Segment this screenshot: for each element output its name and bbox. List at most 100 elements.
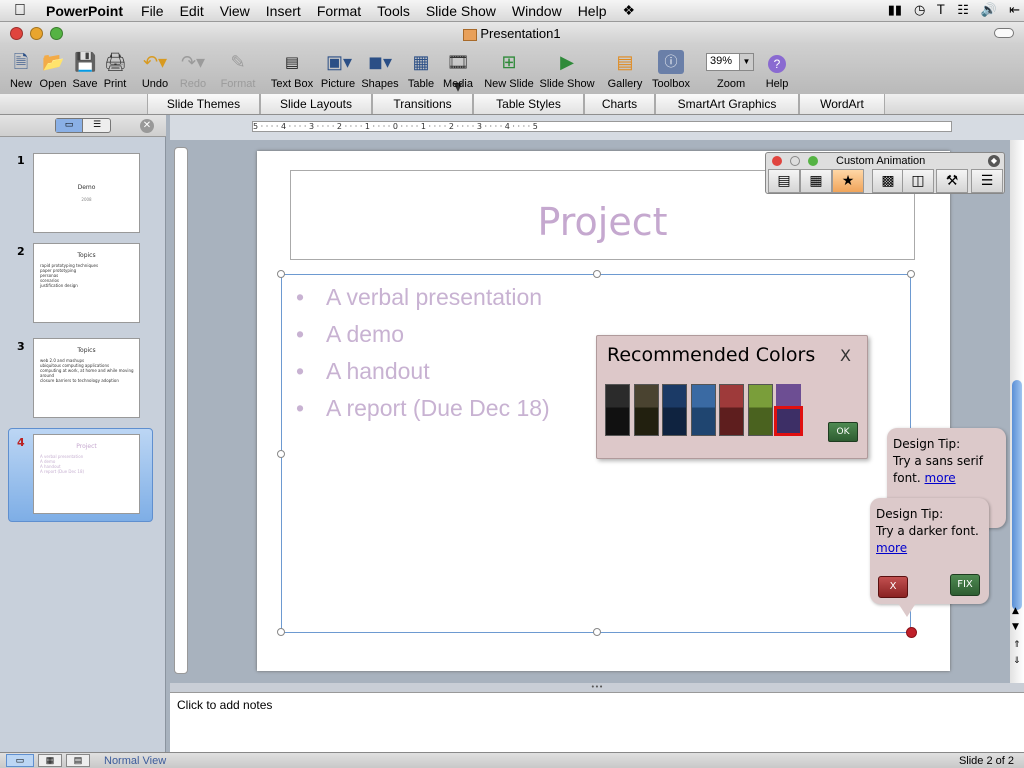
print-button[interactable]: 🖨 Print <box>104 50 127 90</box>
slides-view-icon[interactable]: ▭ <box>56 119 83 132</box>
color-swatch[interactable] <box>605 384 630 436</box>
slide-bullet[interactable]: • A report (Due Dec 18) <box>296 395 550 422</box>
format-button[interactable]: ✎ Format <box>221 50 256 90</box>
menu-edit[interactable]: Edit <box>172 3 212 19</box>
notes-pane[interactable]: Click to add notes <box>170 692 1024 752</box>
tab-slide-layouts[interactable]: Slide Layouts <box>260 94 372 114</box>
resize-handle[interactable] <box>277 628 285 636</box>
menu-window[interactable]: Window <box>504 3 570 19</box>
reference-tools-tab[interactable]: ◫ <box>902 169 934 193</box>
slide-thumbnail-3[interactable]: Topics web 2.0 and mashups ubiquitous co… <box>33 338 140 418</box>
toolbox-button[interactable]: ⓘ Toolbox <box>652 50 690 90</box>
normal-view-icon[interactable]: ▭ <box>6 754 34 767</box>
slide-bullet[interactable]: • A handout <box>296 358 430 385</box>
scroll-up-icon[interactable]: ▲ <box>1012 606 1019 616</box>
slide-show-button[interactable]: ▶ Slide Show <box>539 50 594 90</box>
tab-smartart-graphics[interactable]: SmartArt Graphics <box>655 94 799 114</box>
vertical-scrollbar[interactable]: ▲ ▼ ⇑ ⇓ <box>1010 140 1024 683</box>
formatting-palette-tab[interactable]: ▤ <box>768 169 800 193</box>
ok-button[interactable]: OK <box>828 422 858 442</box>
open-button[interactable]: 📂 Open <box>40 50 67 90</box>
zoom-field[interactable]: 39% ▼ <box>706 53 754 71</box>
custom-animation-tab[interactable]: ★ <box>832 169 864 193</box>
palette-minimize-icon[interactable] <box>790 156 800 166</box>
slide-bullet[interactable]: • A verbal presentation <box>296 284 542 311</box>
resize-handle[interactable] <box>277 270 285 278</box>
media-button[interactable]: 🎞▾ Media <box>443 50 473 96</box>
menu-help[interactable]: Help <box>570 3 615 19</box>
project-palette-tab[interactable]: ☰ <box>971 169 1003 193</box>
gallery-button[interactable]: ▤ Gallery <box>608 50 643 90</box>
input-menu-icon[interactable]: ⇤ <box>1009 2 1020 18</box>
slide-sorter-icon[interactable]: ▦ <box>38 754 62 767</box>
color-swatch[interactable] <box>690 384 716 436</box>
tip-more-link[interactable]: more <box>925 471 956 485</box>
tab-transitions[interactable]: Transitions <box>372 94 473 114</box>
slide-show-view-icon[interactable]: ▤ <box>66 754 90 767</box>
slide-bullet[interactable]: • A demo <box>296 321 404 348</box>
shapes-button[interactable]: ◼▾ Shapes <box>361 50 398 90</box>
menu-file[interactable]: File <box>133 3 172 19</box>
resize-handle[interactable] <box>593 270 601 278</box>
slide-thumbnail-2[interactable]: Topics rapid prototyping techniques pape… <box>33 243 140 323</box>
menu-app[interactable]: PowerPoint <box>40 3 133 19</box>
menu-view[interactable]: View <box>212 3 258 19</box>
scroll-down-icon[interactable]: ▼ <box>1012 622 1019 632</box>
battery-icon[interactable]: ▮▮ <box>888 2 902 18</box>
color-swatch[interactable] <box>747 384 773 436</box>
tip-more-link[interactable]: more <box>876 541 907 555</box>
time-machine-icon[interactable]: ◷ <box>914 2 925 18</box>
text-box-button[interactable]: ▤ Text Box <box>271 50 313 90</box>
slide-thumbnail-4[interactable]: Project A verbal presentation A demo A h… <box>33 434 140 514</box>
palette-options-icon[interactable]: ◆ <box>988 155 1000 167</box>
zoom-dropdown-icon[interactable]: ▼ <box>739 54 753 70</box>
resize-handle[interactable] <box>593 628 601 636</box>
color-swatch[interactable] <box>633 384 659 436</box>
color-swatch[interactable] <box>719 384 744 436</box>
menu-format[interactable]: Format <box>309 3 369 19</box>
new-button[interactable]: 🗎 New <box>10 50 32 90</box>
scrollbar-thumb[interactable] <box>1012 380 1022 610</box>
tab-table-styles[interactable]: Table Styles <box>473 94 584 114</box>
picture-button[interactable]: ▣▾ Picture <box>321 50 355 90</box>
object-palette-tab[interactable]: ▦ <box>800 169 832 193</box>
bluetooth-icon[interactable]: Ꭲ <box>937 2 945 18</box>
dialog-close-button[interactable]: X <box>840 346 851 365</box>
tab-charts[interactable]: Charts <box>584 94 655 114</box>
tab-slide-themes[interactable]: Slide Themes <box>147 94 260 114</box>
scrapbook-tab[interactable]: ▩ <box>872 169 904 193</box>
help-button[interactable]: ? Help <box>766 50 788 90</box>
new-slide-button[interactable]: ⊞ New Slide <box>484 50 534 90</box>
palette-close-icon[interactable] <box>772 156 782 166</box>
volume-icon[interactable]: 🔊 <box>981 2 997 18</box>
close-pane-icon[interactable]: ✕ <box>140 119 154 133</box>
menu-insert[interactable]: Insert <box>258 3 309 19</box>
outline-view-icon[interactable]: ☰ <box>84 119 110 132</box>
menu-tools[interactable]: Tools <box>369 3 418 19</box>
notes-splitter[interactable]: ••• <box>170 683 1024 692</box>
resize-handle-active[interactable] <box>906 627 917 638</box>
palette-zoom-icon[interactable] <box>808 156 818 166</box>
table-button[interactable]: ▦ Table <box>408 50 434 90</box>
script-menu-icon[interactable]: ❖ <box>614 2 643 19</box>
previous-slide-icon[interactable]: ⇑ <box>1013 640 1021 650</box>
wifi-icon[interactable]: ☷ <box>957 2 969 18</box>
compatibility-tab[interactable]: ⚒ <box>936 169 968 193</box>
menu-slideshow[interactable]: Slide Show <box>418 3 504 19</box>
resize-handle[interactable] <box>907 270 915 278</box>
fix-button[interactable]: FIX <box>950 574 980 596</box>
print-icon: 🖨 <box>104 52 127 72</box>
toolbar-toggle-button[interactable] <box>994 28 1014 38</box>
undo-button[interactable]: ↶▾ Undo <box>140 50 170 90</box>
apple-menu-icon[interactable]:  <box>0 2 40 20</box>
tab-wordart[interactable]: WordArt <box>799 94 885 114</box>
thumbnail-title: Demo <box>77 184 96 191</box>
color-swatch[interactable] <box>662 384 687 436</box>
redo-button[interactable]: ↷▾ Redo <box>178 50 208 90</box>
color-swatch[interactable] <box>774 384 803 436</box>
dismiss-tip-button[interactable]: X <box>878 576 908 598</box>
save-button[interactable]: 💾 Save <box>72 50 97 90</box>
resize-handle[interactable] <box>277 450 285 458</box>
next-slide-icon[interactable]: ⇓ <box>1013 656 1021 666</box>
slide-thumbnail-1[interactable]: Demo 2008 <box>33 153 140 233</box>
